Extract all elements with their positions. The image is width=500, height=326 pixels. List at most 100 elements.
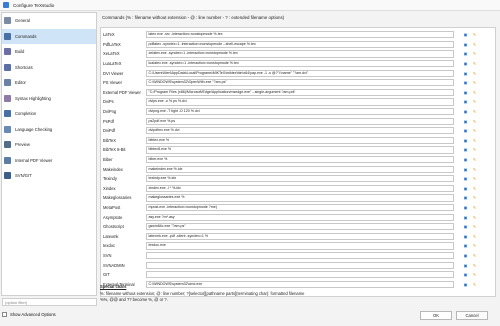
command-label: XeLaTeX	[103, 51, 120, 57]
edit-icon[interactable]: ✎	[471, 223, 478, 230]
sidebar-item-internal-pdf-viewer[interactable]: Internal PDF Viewer	[2, 153, 96, 169]
show-advanced-options[interactable]: Show Advanced Options	[2, 312, 56, 317]
browse-icon[interactable]: ▣	[462, 204, 469, 211]
browse-icon[interactable]: ▣	[462, 118, 469, 125]
edit-icon[interactable]: ✎	[471, 214, 478, 221]
language-checking-icon	[4, 125, 11, 133]
command-input[interactable]	[146, 252, 454, 260]
edit-icon[interactable]: ✎	[471, 31, 478, 38]
command-input[interactable]: dvipdfmx.exe %.dvi	[146, 127, 454, 135]
command-input[interactable]: bibtex8.exe %	[146, 146, 454, 154]
edit-icon[interactable]: ✎	[471, 70, 478, 77]
command-input[interactable]: pdflatex -synctex=1 -interaction=nonstop…	[146, 40, 454, 48]
edit-icon[interactable]: ✎	[471, 108, 478, 115]
browse-icon[interactable]: ▣	[462, 233, 469, 240]
edit-icon[interactable]: ✎	[471, 156, 478, 163]
command-input[interactable]: asy.exe ?m*.asy	[146, 213, 454, 221]
edit-icon[interactable]: ✎	[471, 127, 478, 134]
browse-icon[interactable]: ▣	[462, 70, 469, 77]
command-input[interactable]: lualatex.exe -synctex=1 -interaction=non…	[146, 60, 454, 68]
edit-icon[interactable]: ✎	[471, 146, 478, 153]
command-input[interactable]: C:\Users\Mert\AppData\Local\Programs\MiK…	[146, 69, 454, 77]
edit-icon[interactable]: ✎	[471, 271, 478, 278]
command-input[interactable]: xindex.exe -l * %.idx	[146, 184, 454, 192]
command-input[interactable]	[146, 261, 454, 269]
sidebar-item-svn-git[interactable]: SVN/GIT	[2, 168, 96, 184]
browse-icon[interactable]: ▣	[462, 98, 469, 105]
edit-icon[interactable]: ✎	[471, 204, 478, 211]
sidebar-item-editor[interactable]: Editor	[2, 75, 96, 91]
edit-icon[interactable]: ✎	[471, 98, 478, 105]
command-input[interactable]: dvipng.exe -T tight -D 120 %.dvi	[146, 108, 454, 116]
browse-icon[interactable]: ▣	[462, 89, 469, 96]
command-input[interactable]: bibtex.exe %	[146, 136, 454, 144]
sidebar-item-build[interactable]: Build	[2, 44, 96, 60]
command-input[interactable]: latexmk.exe -pdf -silent -synctex=1 %	[146, 232, 454, 240]
command-input[interactable]: gswin64c.exe "?am.ps"	[146, 223, 454, 231]
sidebar-item-language-checking[interactable]: Language Checking	[2, 122, 96, 138]
browse-icon[interactable]: ▣	[462, 127, 469, 134]
sidebar-item-completion[interactable]: Completion	[2, 106, 96, 122]
browse-icon[interactable]: ▣	[462, 194, 469, 201]
sidebar-item-general[interactable]: General	[2, 13, 96, 29]
ok-button[interactable]: OK	[420, 311, 452, 320]
browse-icon[interactable]: ▣	[462, 242, 469, 249]
browse-icon[interactable]: ▣	[462, 137, 469, 144]
command-input[interactable]	[146, 271, 454, 279]
browse-icon[interactable]: ▣	[462, 108, 469, 115]
command-row: DVI Viewer C:\Users\Mert\AppData\Local\Pr…	[101, 68, 495, 78]
browse-icon[interactable]: ▣	[462, 156, 469, 163]
edit-icon[interactable]: ✎	[471, 60, 478, 67]
edit-icon[interactable]: ✎	[471, 185, 478, 192]
sidebar-item-syntax-highlighting[interactable]: Syntax Highlighting	[2, 91, 96, 107]
edit-icon[interactable]: ✎	[471, 89, 478, 96]
browse-icon[interactable]: ▣	[462, 166, 469, 173]
edit-icon[interactable]: ✎	[471, 233, 478, 240]
browse-icon[interactable]: ▣	[462, 60, 469, 67]
sidebar-item-commands[interactable]: Commands	[2, 28, 96, 44]
edit-icon[interactable]: ✎	[471, 194, 478, 201]
sidebar-item-shortcuts[interactable]: Shortcuts	[2, 60, 96, 76]
edit-icon[interactable]: ✎	[471, 175, 478, 182]
command-input[interactable]: latex.exe -src -interaction=nonstopmode …	[146, 31, 454, 39]
edit-icon[interactable]: ✎	[471, 118, 478, 125]
sidebar-item-preview[interactable]: Preview	[2, 137, 96, 153]
command-input[interactable]: ps2pdf.exe %.ps	[146, 117, 454, 125]
edit-icon[interactable]: ✎	[471, 262, 478, 269]
edit-icon[interactable]: ✎	[471, 137, 478, 144]
command-input[interactable]: texdoc.exe	[146, 242, 454, 250]
show-advanced-options-checkbox[interactable]	[2, 312, 7, 317]
edit-icon[interactable]: ✎	[471, 166, 478, 173]
command-row: DviPng dvipng.exe -T tight -D 120 %.dvi ▣ ✎	[101, 107, 495, 117]
edit-icon[interactable]: ✎	[471, 50, 478, 57]
browse-icon[interactable]: ▣	[462, 175, 469, 182]
browse-icon[interactable]: ▣	[462, 271, 469, 278]
command-input[interactable]: makeindex.exe %.idx	[146, 165, 454, 173]
browse-icon[interactable]: ▣	[462, 31, 469, 38]
command-input[interactable]: mpost.exe -interaction=nonstopmode ?me)	[146, 204, 454, 212]
command-label: DviPdf	[103, 128, 116, 134]
command-input[interactable]: xelatex.exe -synctex=1 -interaction=nons…	[146, 50, 454, 58]
browse-icon[interactable]: ▣	[462, 50, 469, 57]
browse-icon[interactable]: ▣	[462, 41, 469, 48]
command-input[interactable]: biber.exe %	[146, 156, 454, 164]
window-title: Configure TeXstudio	[13, 2, 55, 8]
edit-icon[interactable]: ✎	[471, 252, 478, 259]
browse-icon[interactable]: ▣	[462, 146, 469, 153]
browse-icon[interactable]: ▣	[462, 262, 469, 269]
browse-icon[interactable]: ▣	[462, 185, 469, 192]
edit-icon[interactable]: ✎	[471, 41, 478, 48]
browse-icon[interactable]: ▣	[462, 79, 469, 86]
browse-icon[interactable]: ▣	[462, 252, 469, 259]
option-filter-input[interactable]	[2, 298, 97, 306]
command-input[interactable]: texindy.exe %.idx	[146, 175, 454, 183]
cancel-button[interactable]: Cancel	[456, 311, 488, 320]
command-input[interactable]: makeglossaries.exe %	[146, 194, 454, 202]
browse-icon[interactable]: ▣	[462, 214, 469, 221]
edit-icon[interactable]: ✎	[471, 242, 478, 249]
command-input[interactable]: "C:/Program Files (x86)/Microsoft/Edge/A…	[146, 88, 454, 96]
command-input[interactable]: C:\WINDOWS\system32\OpenWith.exe "?am.ps…	[146, 79, 454, 87]
edit-icon[interactable]: ✎	[471, 79, 478, 86]
browse-icon[interactable]: ▣	[462, 223, 469, 230]
command-input[interactable]: dvips.exe -o %.ps %.dvi	[146, 98, 454, 106]
